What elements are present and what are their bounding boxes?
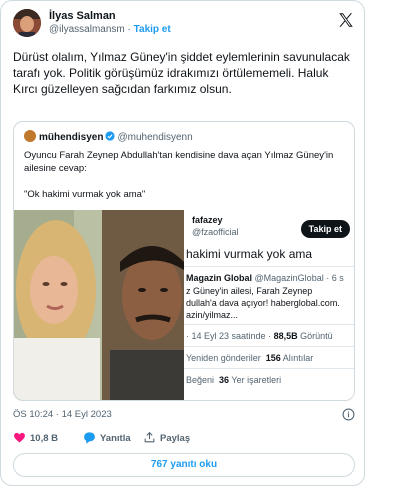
quoted-header: mühendisyen @muhendisyenn <box>24 130 193 144</box>
quoted-text: Oyuncu Farah Zeynep Abdullah'tan kendisi… <box>24 150 334 174</box>
shot-source-line2: dullah'a dava açıyor! haberglobal.com. <box>186 298 340 308</box>
shot-reposts-label: Yeniden gönderiler <box>186 353 261 363</box>
separator: · <box>127 24 131 35</box>
shot-divider <box>184 346 354 347</box>
quoted-text-block: Oyuncu Farah Zeynep Abdullah'tan kendisi… <box>24 149 346 201</box>
info-icon[interactable] <box>342 408 355 421</box>
shot-likes-label: Beğeni <box>186 375 215 385</box>
reply-label: Yanıtla <box>100 433 131 444</box>
quoted-quote-line: "Ok hakimi vurmak yok ama" <box>24 189 146 200</box>
reply-icon <box>84 432 95 444</box>
like-button[interactable]: 10,8 B <box>13 431 58 447</box>
share-label: Paylaş <box>160 433 191 444</box>
shot-source-row: Magazin Global @MagazinGlobal · 6 s <box>186 272 344 284</box>
tweet-header: İlyas Salman @ilyassalmansm · Takip et <box>13 9 355 39</box>
author-name[interactable]: İlyas Salman <box>49 10 171 23</box>
shot-time: · 14 Eyl 23 saatinde · <box>186 331 274 341</box>
share-icon <box>144 431 155 443</box>
shot-views-label: Görüntü <box>300 331 333 341</box>
shot-divider <box>184 368 354 369</box>
tweet-meta: ÖS 10:24 · 14 Eyl 2023 <box>13 408 355 422</box>
media-screenshot: fafazey @fzaofficial Takip et hakimi vur… <box>184 210 354 400</box>
tweet-card: İlyas Salman @ilyassalmansm · Takip et D… <box>0 0 365 486</box>
author-avatar[interactable] <box>13 9 41 37</box>
shot-reposts: 156 <box>265 353 281 363</box>
shot-source-line1: z Güney'in ailesi, Farah Zeynep <box>186 286 313 296</box>
quoted-name: mühendisyen <box>39 132 104 143</box>
quoted-tweet[interactable]: mühendisyen @muhendisyenn Oyuncu Farah Ze… <box>13 121 355 401</box>
heart-icon <box>14 432 25 443</box>
author-handle-row: @ilyassalmansm · Takip et <box>49 23 171 37</box>
shot-tweet-text: hakimi vurmak yok ama <box>186 247 313 261</box>
shot-follow-button: Takip et <box>300 220 350 238</box>
reply-button[interactable]: Yanıtla <box>83 431 131 447</box>
x-logo-icon[interactable] <box>337 11 355 29</box>
shot-source-name: Magazin Global <box>186 273 253 283</box>
verified-icon <box>105 131 116 141</box>
share-button[interactable]: Paylaş <box>143 431 190 447</box>
tweet-actions: 10,8 B Yanıtla Paylaş <box>13 431 355 447</box>
quoted-media[interactable]: fafazey @fzaofficial Takip et hakimi vur… <box>14 210 354 400</box>
shot-source-handle: @MagazinGlobal · 6 s <box>254 273 344 283</box>
author-info: İlyas Salman @ilyassalmansm · Takip et <box>49 10 171 37</box>
media-photo <box>14 210 184 400</box>
shot-reposts-row: Yeniden gönderiler 156 Alıntılar <box>186 352 313 364</box>
shot-source-line3: azin/yilmaz... <box>186 310 239 320</box>
shot-bookmarks: 36 <box>219 375 230 385</box>
shot-time-row: · 14 Eyl 23 saatinde · 88,5B Görüntü <box>186 330 333 342</box>
read-replies-button[interactable]: 767 yanıtı oku <box>13 453 355 477</box>
follow-button[interactable]: Takip et <box>134 24 171 35</box>
shot-views: 88,5B <box>273 331 298 341</box>
like-count: 10,8 B <box>30 433 58 444</box>
shot-name: fafazey <box>192 215 223 225</box>
author-handle[interactable]: @ilyassalmansm <box>49 24 125 35</box>
tweet-timestamp[interactable]: ÖS 10:24 · 14 Eyl 2023 <box>13 409 112 420</box>
tweet-text: Dürüst olalım, Yılmaz Güney'in şiddet ey… <box>13 50 350 96</box>
shot-handle: @fzaofficial <box>192 227 239 237</box>
shot-divider <box>184 324 354 325</box>
shot-bookmarks-label: Yer işaretleri <box>231 375 282 385</box>
quoted-avatar <box>24 130 36 142</box>
shot-quotes-label: Alıntılar <box>282 353 314 363</box>
quoted-handle: @muhendisyenn <box>117 132 193 143</box>
shot-likes-row: Beğeni 36 Yer işaretleri <box>186 374 281 386</box>
shot-divider <box>184 266 354 267</box>
